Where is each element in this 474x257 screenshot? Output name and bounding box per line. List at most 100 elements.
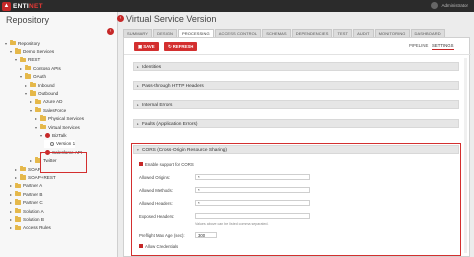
tree-item[interactable]: ▾ BizTalk bbox=[39, 131, 67, 139]
chevron-right-icon[interactable]: ▸ bbox=[19, 66, 23, 71]
chevron-down-icon[interactable]: ▾ bbox=[14, 57, 18, 62]
tab-audit[interactable]: AUDIT bbox=[353, 29, 374, 37]
chevron-right-icon[interactable]: ▸ bbox=[14, 175, 18, 180]
chevron-right-icon[interactable]: ▸ bbox=[9, 192, 13, 197]
logo-text: ENTI bbox=[13, 2, 30, 10]
chevron-right-icon[interactable]: ▸ bbox=[9, 183, 13, 188]
tree-item-label: Partner C bbox=[23, 200, 43, 206]
collapse-left-icon[interactable]: ‹ bbox=[117, 15, 124, 22]
section-identities[interactable]: ▸ Identities bbox=[133, 62, 459, 71]
tree-item[interactable]: ▸ Solution A bbox=[9, 207, 44, 215]
max-age-label: Preflight Max Age (sec): bbox=[139, 233, 185, 238]
chevron-down-icon[interactable]: ▾ bbox=[39, 133, 43, 138]
tree-item[interactable]: ▸ Access Rules bbox=[9, 224, 51, 232]
highlight-box bbox=[40, 152, 87, 173]
tab-schemas[interactable]: SCHEMAS bbox=[262, 29, 291, 37]
tree-item-label: Virtual Services bbox=[48, 124, 80, 130]
refresh-button[interactable]: ↻ REFRESH bbox=[164, 42, 198, 51]
cors-settings: Enable support for CORS Allowed Origins:… bbox=[133, 155, 459, 255]
folder-icon bbox=[15, 199, 21, 205]
tab-bar: SUMMARY DESIGN PROCESSING ACCESS CONTROL SCH… bbox=[123, 29, 445, 37]
save-button[interactable]: ▣ SAVE bbox=[134, 42, 159, 51]
tree-item[interactable]: ▾ Outbound bbox=[24, 89, 58, 97]
chevron-right-icon[interactable]: ▸ bbox=[9, 217, 13, 222]
section-passthrough-headers[interactable]: ▸ Pass-through HTTP Headers bbox=[133, 81, 459, 90]
tree-item[interactable]: ▾ Virtual Services bbox=[34, 123, 80, 131]
tree-item[interactable]: ▾ Demo Services bbox=[9, 47, 54, 55]
tree-item[interactable]: ▸ Inbound bbox=[24, 81, 55, 89]
collapse-icon[interactable]: ‹ bbox=[107, 28, 114, 35]
folder-icon bbox=[15, 191, 21, 197]
subtab-settings[interactable]: SETTINGS bbox=[432, 43, 454, 50]
processing-content: ▣ SAVE ↻ REFRESH PIPELINE SETTINGS ▸ Iden… bbox=[123, 37, 471, 257]
tree-item-label: Solution B bbox=[23, 216, 44, 222]
chevron-right-icon[interactable]: ▸ bbox=[29, 158, 33, 163]
tree-item[interactable]: Version 1 bbox=[44, 139, 76, 148]
tree-item[interactable]: ▾ SalesForce bbox=[29, 106, 66, 114]
avatar bbox=[431, 2, 439, 9]
tab-design[interactable]: DESIGN bbox=[153, 29, 178, 37]
tree-item[interactable]: ▾ OAuth bbox=[19, 73, 46, 81]
section-cors[interactable]: ▾ CORS (Cross-Origin Resource Sharing) bbox=[133, 145, 459, 154]
tree-item[interactable]: ▸ Solution B bbox=[9, 215, 44, 223]
allowed-headers-input[interactable]: * bbox=[195, 200, 310, 206]
chevron-down-icon[interactable]: ▾ bbox=[34, 125, 38, 130]
tab-processing[interactable]: PROCESSING bbox=[178, 29, 214, 37]
section-faults[interactable]: ▸ Faults (Application Errors) bbox=[133, 119, 459, 128]
chevron-right-icon[interactable]: ▸ bbox=[29, 99, 33, 104]
chevron-right-icon[interactable]: ▸ bbox=[9, 225, 13, 230]
chevron-right-icon[interactable]: ▸ bbox=[9, 200, 13, 205]
main-area: ‹ Virtual Service Version SUMMARY DESIGN P… bbox=[117, 12, 474, 257]
chevron-down-icon[interactable]: ▾ bbox=[4, 41, 8, 46]
folder-icon bbox=[20, 174, 26, 180]
tree-item[interactable]: ▸ Contoso APIs bbox=[19, 64, 61, 72]
enable-cors-row[interactable]: Enable support for CORS bbox=[139, 162, 194, 167]
chevron-right-icon[interactable]: ▸ bbox=[24, 83, 28, 88]
allowed-origins-input[interactable]: * bbox=[195, 174, 310, 180]
tree-item-label: Physical Services bbox=[48, 116, 84, 122]
exposed-headers-input[interactable] bbox=[195, 213, 310, 219]
tree-item-label: Partner A bbox=[23, 183, 43, 189]
chevron-down-icon[interactable]: ▾ bbox=[29, 108, 33, 113]
chevron-down-icon[interactable]: ▾ bbox=[24, 91, 28, 96]
chevron-right-icon[interactable]: ▸ bbox=[34, 116, 38, 121]
tab-access-control[interactable]: ACCESS CONTROL bbox=[214, 29, 262, 37]
tree-item[interactable]: ▸ SOAP+REST bbox=[14, 173, 56, 181]
tree-item-label: Outbound bbox=[38, 90, 59, 96]
section-internal-errors[interactable]: ▸ Internal Errors bbox=[133, 100, 459, 109]
tree-item[interactable]: ▸ SOAP bbox=[14, 165, 41, 173]
tree-item-label: Repository bbox=[18, 40, 40, 46]
user-menu[interactable]: Administrator bbox=[431, 2, 468, 9]
tree-item[interactable]: ▸ Azure AD bbox=[29, 98, 62, 106]
chevron-down-icon[interactable]: ▾ bbox=[19, 74, 23, 79]
tree-item[interactable]: ▸ Partner A bbox=[9, 182, 42, 190]
allow-credentials-row[interactable]: Allow Credentials bbox=[139, 244, 178, 249]
enable-cors-checkbox[interactable] bbox=[139, 162, 143, 167]
tree-item[interactable]: ▸ Partner C bbox=[9, 199, 43, 207]
tab-test[interactable]: TEST bbox=[333, 29, 353, 37]
scrollbar[interactable] bbox=[464, 58, 467, 253]
folder-icon bbox=[15, 182, 21, 189]
tab-monitoring[interactable]: MONITORING bbox=[374, 29, 410, 37]
folder-icon bbox=[25, 65, 31, 71]
subtab-pipeline[interactable]: PIPELINE bbox=[409, 43, 428, 48]
folder-icon bbox=[20, 165, 26, 172]
tab-summary[interactable]: SUMMARY bbox=[123, 29, 153, 37]
tree-item[interactable]: ▸ Physical Services bbox=[34, 115, 84, 123]
chevron-down-icon[interactable]: ▾ bbox=[9, 49, 13, 54]
folder-icon bbox=[15, 216, 21, 222]
tree-item-label: OAuth bbox=[33, 74, 47, 80]
chevron-right-icon[interactable]: ▸ bbox=[9, 209, 13, 214]
chevron-right-icon[interactable]: ▸ bbox=[14, 167, 18, 172]
allow-credentials-checkbox[interactable] bbox=[139, 244, 143, 249]
tree-item[interactable]: ▾ Repository bbox=[4, 39, 40, 47]
folder-icon bbox=[15, 48, 21, 54]
folder-icon bbox=[40, 123, 46, 130]
tree-item-label: Version 1 bbox=[56, 141, 76, 147]
allowed-methods-input[interactable]: * bbox=[195, 187, 310, 193]
tree-item[interactable]: ▾ REST bbox=[14, 56, 40, 64]
max-age-input[interactable]: 300 bbox=[195, 232, 217, 238]
tab-dashboard[interactable]: DASHBOARD bbox=[410, 29, 445, 37]
tree-item[interactable]: ▸ Partner B bbox=[9, 190, 42, 198]
tab-dependencies[interactable]: DEPENDENCIES bbox=[291, 29, 333, 37]
